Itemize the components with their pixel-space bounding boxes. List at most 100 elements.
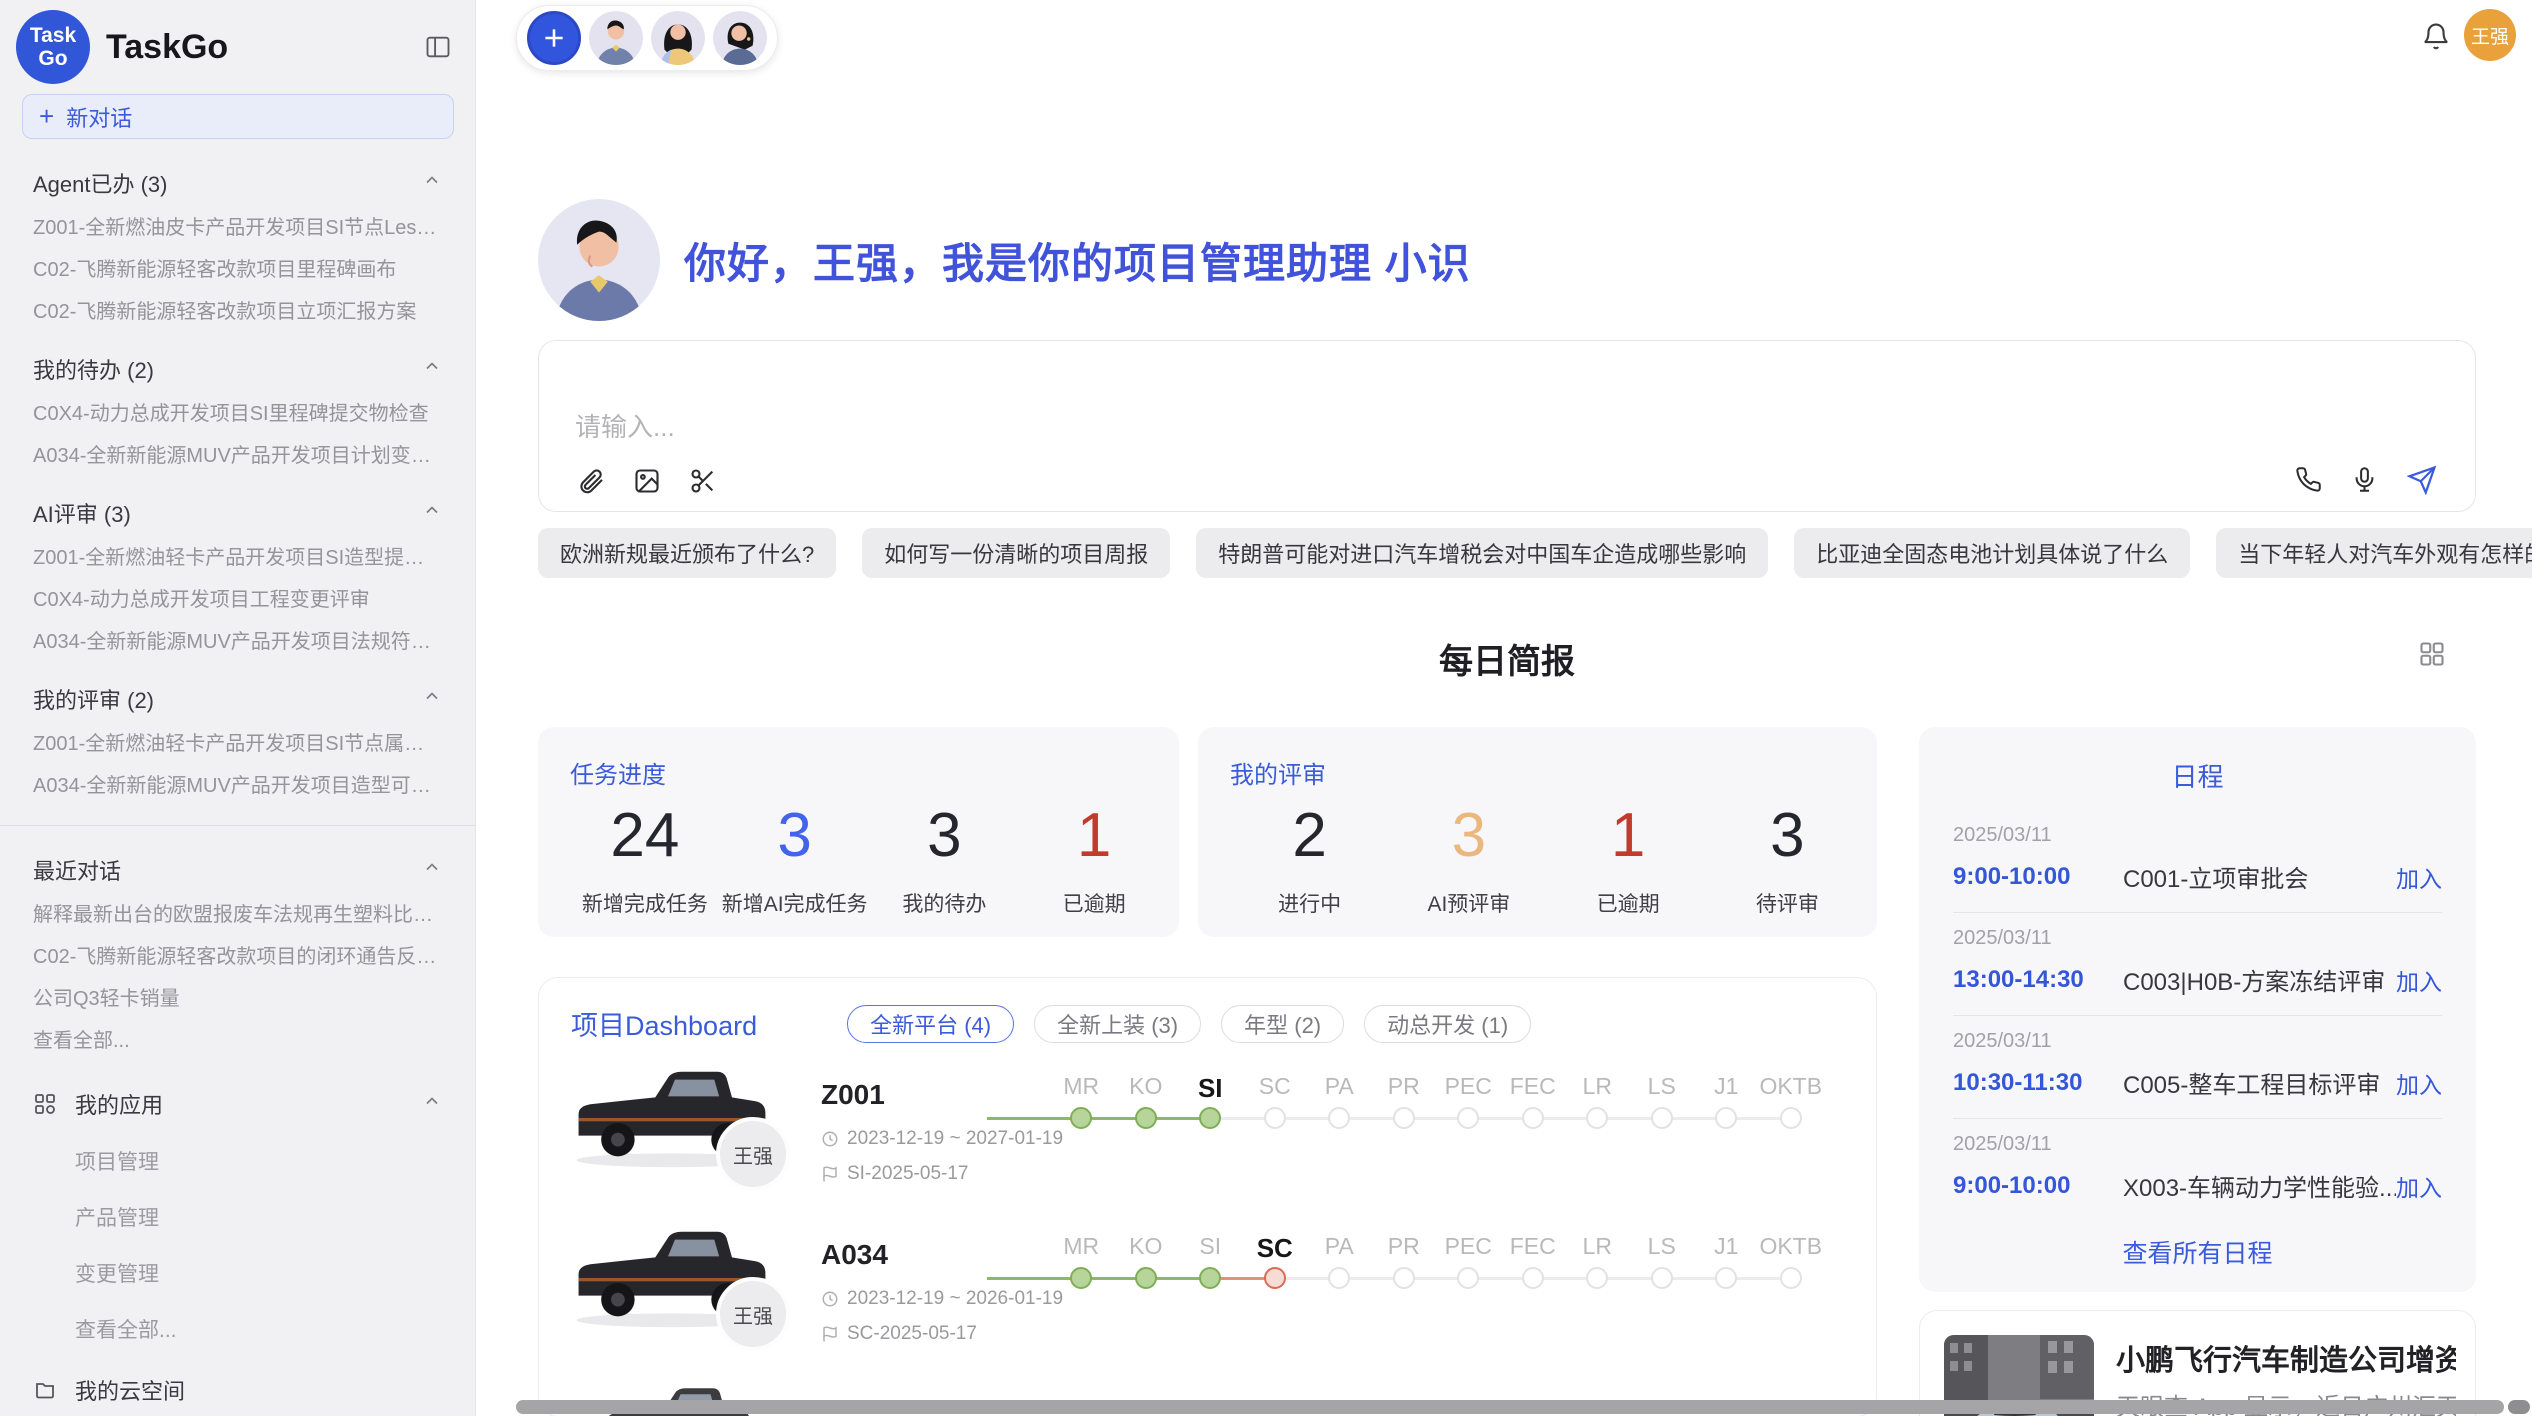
sidebar-item-my-apps[interactable]: 我的应用 [33, 1088, 442, 1120]
sidebar-item[interactable]: C02-飞腾新能源轻客改款项目里程碑画布 [33, 257, 442, 283]
stat-value: 1 [1549, 800, 1708, 872]
sidebar-item[interactable]: A034-全新新能源MUV产品开发项目造型可行性评审 [33, 773, 442, 799]
image-icon[interactable] [633, 467, 661, 495]
project-row-z001[interactable]: 王强 Z001 2023-12-19 ~ 2027-01-19 SI-2025-… [539, 1053, 1876, 1213]
event-name: X003-车辆动力学性能验... [2123, 1168, 2396, 1203]
suggestion-chip[interactable]: 比亚迪全固态电池计划具体说了什么 [1794, 528, 2190, 578]
milestone-node [1586, 1107, 1608, 1129]
stat-label: 待评审 [1708, 888, 1867, 918]
chevron-up-icon[interactable] [422, 356, 442, 382]
sidebar-section-my-todo[interactable]: 我的待办 (2) [33, 353, 442, 385]
tab-year-model[interactable]: 年型 (2) [1221, 1005, 1344, 1043]
milestone-label: KO [1129, 1233, 1162, 1267]
sidebar-item-project-mgmt[interactable]: 项目管理 [75, 1146, 442, 1176]
notification-bell-icon[interactable] [2421, 22, 2451, 52]
attachment-icon[interactable] [577, 467, 605, 495]
event-name: C003|H0B-方案冻结评审 [2123, 962, 2396, 997]
sidebar-section-recent-chats[interactable]: 最近对话 [33, 854, 442, 886]
schedule-event: 2025/03/11 10:30-11:30 C005-整车工程目标评审 加入 [1953, 1016, 2442, 1119]
sidebar-item[interactable]: A034-全新新能源MUV产品开发项目计划变更表编写 [33, 443, 442, 469]
project-name: Z001 [821, 1079, 1051, 1111]
join-button[interactable]: 加入 [2396, 860, 2442, 894]
microphone-icon[interactable] [2351, 466, 2379, 494]
milestone-label: OKTB [1759, 1073, 1822, 1107]
scrollbar-thumb[interactable] [516, 1400, 2504, 1414]
user-avatar[interactable]: 王强 [2464, 9, 2516, 61]
milestone-node [1393, 1267, 1415, 1289]
sidebar-item-view-all-apps[interactable]: 查看全部... [75, 1314, 442, 1344]
sidebar-item[interactable]: Z001-全新燃油轻卡产品开发项目SI造型提交物评审 [33, 545, 442, 571]
stat-label: 我的待办 [870, 888, 1020, 918]
sidebar-item[interactable]: Z001-全新燃油轻卡产品开发项目SI节点属性5D文件评审 [33, 731, 442, 757]
suggestion-chip[interactable]: 当下年轻人对汽车外观有怎样的喜好趋势 [2216, 528, 2532, 578]
grid-icon [33, 1091, 59, 1117]
milestone-node [1715, 1107, 1737, 1129]
chevron-up-icon[interactable] [422, 170, 442, 196]
project-row-a034[interactable]: 王强 A034 2023-12-19 ~ 2026-01-19 SC-2025-… [539, 1213, 1876, 1373]
sidebar-section-my-review[interactable]: 我的评审 (2) [33, 683, 442, 715]
phone-icon[interactable] [2295, 466, 2323, 494]
sidebar-item[interactable]: C0X4-动力总成开发项目SI里程碑提交物检查 [33, 401, 442, 427]
suggestion-chip[interactable]: 如何写一份清晰的项目周报 [862, 528, 1170, 578]
stat-label: 已逾期 [1549, 888, 1708, 918]
schedule-title: 日程 [1919, 757, 2476, 794]
join-button[interactable]: 加入 [2396, 963, 2442, 997]
sidebar-item[interactable]: C0X4-动力总成开发项目工程变更评审 [33, 587, 442, 613]
sidebar-item-change-mgmt[interactable]: 变更管理 [75, 1258, 442, 1288]
chat-input[interactable] [575, 341, 1975, 461]
sidebar-section-ai-review[interactable]: AI评审 (3) [33, 497, 442, 529]
sidebar-item[interactable]: C02-飞腾新能源轻客改款项目的闭环通告反馈情况 [33, 944, 442, 970]
stat-value: 24 [570, 800, 720, 872]
sidebar-item[interactable]: 查看全部... [33, 1028, 442, 1054]
sidebar-item[interactable]: A034-全新新能源MUV产品开发项目法规符合性评审 [33, 629, 442, 655]
scissors-icon[interactable] [689, 467, 717, 495]
join-button[interactable]: 加入 [2396, 1066, 2442, 1100]
sidebar-item[interactable]: C02-飞腾新能源轻客改款项目立项汇报方案 [33, 299, 442, 325]
sidebar-header: Task Go TaskGo [0, 0, 475, 88]
sidebar-item-product-mgmt[interactable]: 产品管理 [75, 1202, 442, 1232]
stats-row: 2进行中 3AI预评审 1已逾期 3待评审 [1230, 800, 1867, 918]
clock-icon [821, 1130, 839, 1148]
milestone-node [1328, 1267, 1350, 1289]
sidebar-toggle-icon[interactable] [421, 30, 455, 64]
sidebar-item[interactable]: Z001-全新燃油皮卡产品开发项目SI节点Lesson Learn报告 [33, 215, 442, 241]
sidebar-item-my-cloud[interactable]: 我的云空间 [33, 1374, 442, 1406]
tab-new-body[interactable]: 全新上装 (3) [1034, 1005, 1201, 1043]
layout-grid-icon[interactable] [2418, 640, 2446, 668]
stat-label: AI预评审 [1389, 888, 1548, 918]
chevron-up-icon[interactable] [422, 500, 442, 526]
project-info: A034 2023-12-19 ~ 2026-01-19 SC-2025-05-… [821, 1239, 1051, 1345]
clock-icon [821, 1290, 839, 1308]
tab-new-platform[interactable]: 全新平台 (4) [847, 1005, 1014, 1043]
suggestion-chip[interactable]: 特朗普可能对进口汽车增税会对中国车企造成哪些影响 [1196, 528, 1768, 578]
composer-left-icons [577, 467, 717, 495]
view-all-schedule-link[interactable]: 查看所有日程 [1919, 1234, 2476, 1270]
stats-row: 24新增完成任务 3新增AI完成任务 3我的待办 1已逾期 [570, 800, 1169, 918]
milestone-label: PEC [1445, 1073, 1492, 1107]
milestone-node [1070, 1107, 1092, 1129]
milestone-node [1070, 1267, 1092, 1289]
milestone-label: LS [1648, 1073, 1676, 1107]
agent-avatar-2[interactable] [651, 11, 705, 65]
sidebar-item[interactable]: 解释最新出台的欧盟报废车法规再生塑料比例被调至15%... [33, 902, 442, 928]
assistant-avatar [538, 199, 660, 321]
milestone-node [1457, 1267, 1479, 1289]
project-flag-date: SI-2025-05-17 [847, 1163, 968, 1185]
suggestion-chip[interactable]: 欧洲新规最近颁布了什么? [538, 528, 836, 578]
event-date: 2025/03/11 [1953, 1016, 2442, 1053]
sidebar-section-agent-done[interactable]: Agent已办 (3) [33, 167, 442, 199]
chevron-up-icon[interactable] [422, 1091, 442, 1117]
sidebar-item[interactable]: 公司Q3轻卡销量 [33, 986, 442, 1012]
send-icon[interactable] [2407, 465, 2437, 495]
scrollbar-fragment[interactable] [2508, 1400, 2530, 1414]
chevron-up-icon[interactable] [422, 686, 442, 712]
new-chat-button[interactable]: + 新对话 [22, 94, 454, 139]
join-button[interactable]: 加入 [2396, 1169, 2442, 1203]
chevron-up-icon[interactable] [422, 857, 442, 883]
tab-powertrain[interactable]: 动总开发 (1) [1364, 1005, 1531, 1043]
agent-avatar-3[interactable] [713, 11, 767, 65]
agent-avatar-1[interactable] [589, 11, 643, 65]
section-label: 我的评审 (2) [33, 683, 154, 715]
section-label: Agent已办 (3) [33, 167, 168, 199]
add-agent-button[interactable] [527, 11, 581, 65]
